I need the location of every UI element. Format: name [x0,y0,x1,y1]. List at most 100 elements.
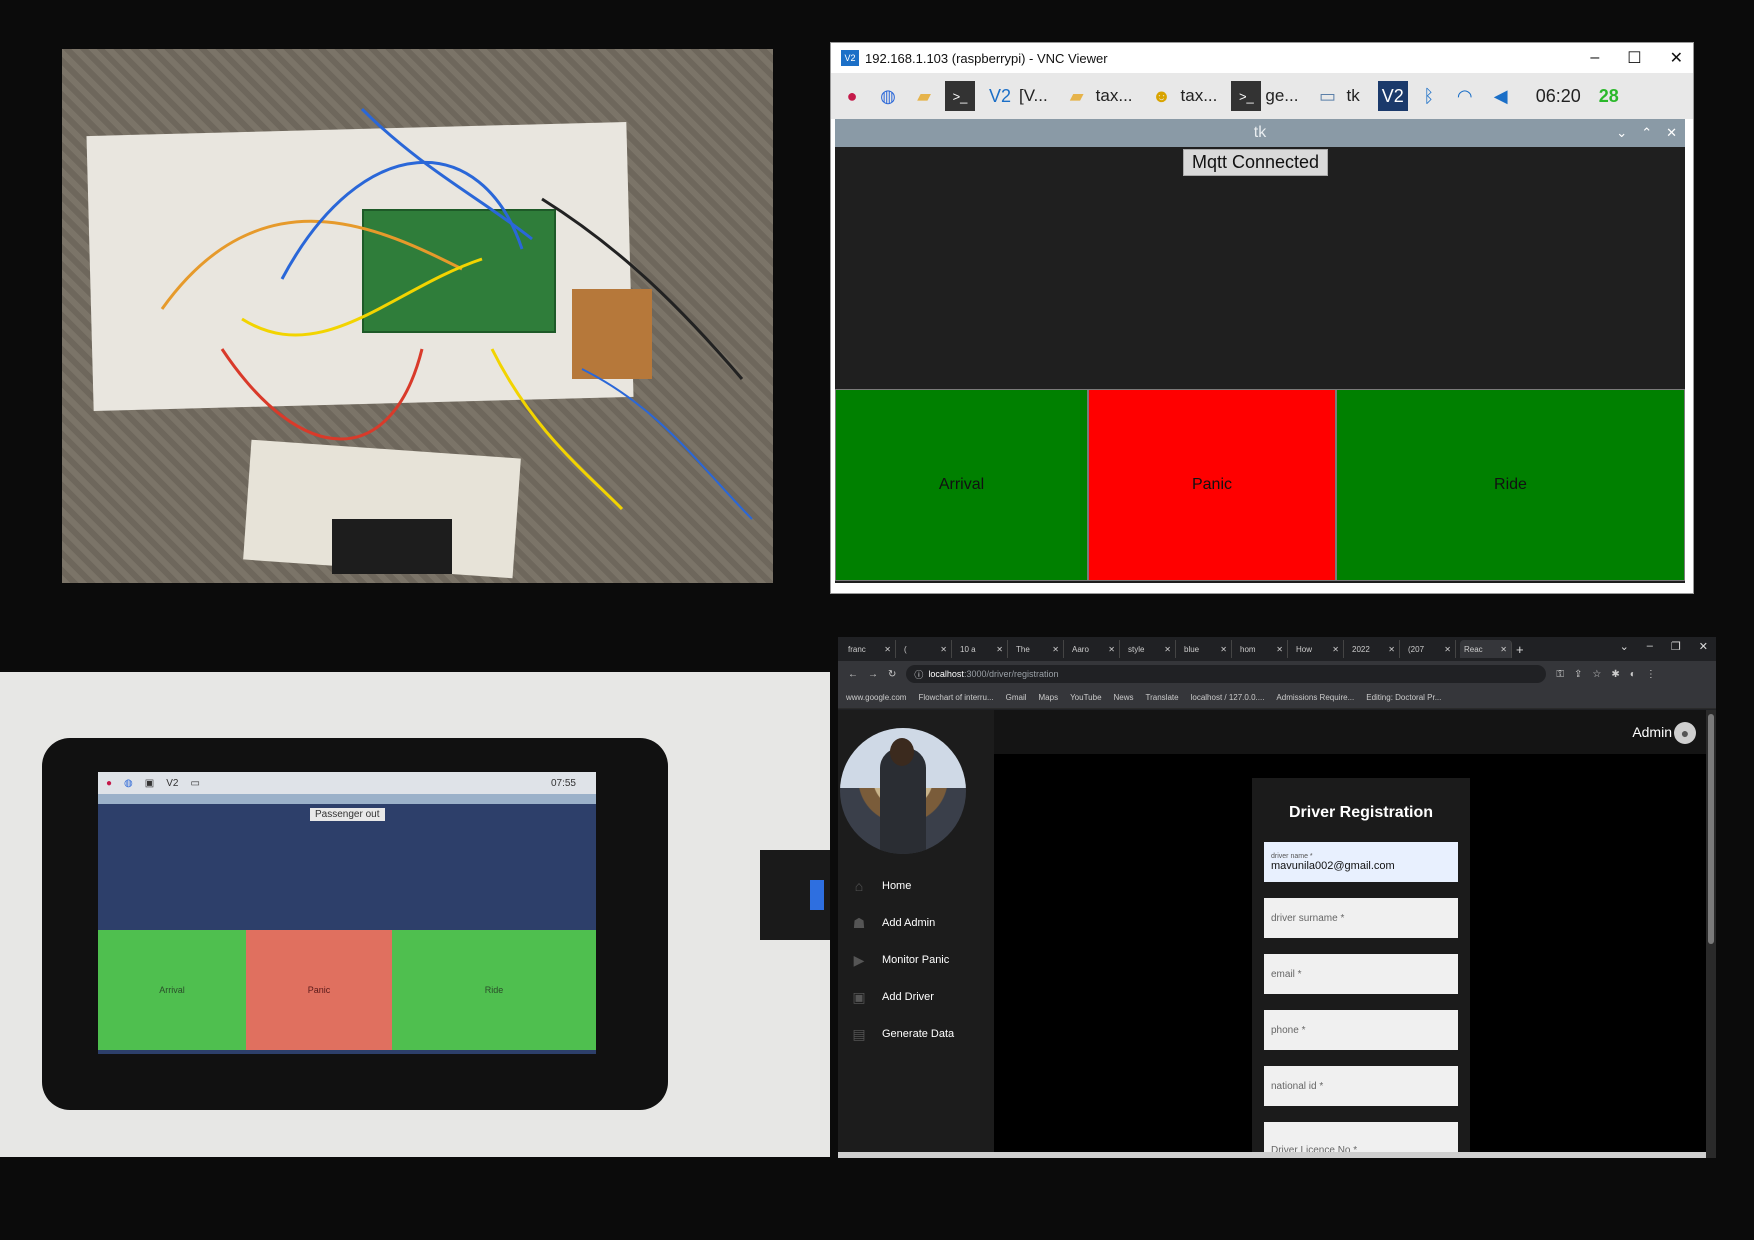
device-clock: 07:55 [550,777,576,789]
panic-button[interactable]: Panic [1088,389,1336,581]
share-icon[interactable]: ⇪ [1574,669,1582,680]
terminal-icon: ▣ [144,777,155,789]
driver-name-field[interactable]: driver name * mavunila002@gmail.com [1264,842,1458,882]
volume-icon[interactable]: ◀ [1486,81,1516,111]
national-id-field[interactable]: national id * [1264,1066,1458,1106]
url-field[interactable]: ⓘ localhost:3000/driver/registration [906,665,1547,683]
wifi-icon[interactable]: ◠ [1450,81,1480,111]
tab-label: blue [1184,644,1200,654]
terminal-icon[interactable]: >_ [945,81,975,111]
taskbar-vnc[interactable]: V2 [V... [981,78,1052,114]
tab-close-icon[interactable]: ✕ [1388,645,1395,654]
bookmark[interactable]: Editing: Doctoral Pr... [1366,693,1441,702]
taskbar-terminal[interactable]: >_ ge... [1227,78,1302,114]
driver-surname-field[interactable]: driver surname * [1264,898,1458,938]
nav-generate-data[interactable]: ▤ Generate Data [850,1022,954,1046]
tk-window-titlebar: tk ⌄ ⌃ ✕ [835,119,1685,147]
maximize-button[interactable]: ☐ [1627,48,1641,68]
bookmark[interactable]: Admissions Require... [1276,693,1354,702]
bluetooth-icon[interactable]: ᛒ [1414,81,1444,111]
minimize-button[interactable]: – [1590,49,1599,67]
tab-close-icon[interactable]: ✕ [1332,645,1339,654]
arrival-button[interactable]: Arrival [835,389,1088,581]
tab-close-icon[interactable]: ✕ [1052,645,1059,654]
bookmark[interactable]: Flowchart of interru... [918,693,993,702]
browser-tab[interactable]: (✕ [900,640,952,658]
close-button[interactable]: ✕ [1670,48,1683,68]
profile-icon[interactable]: ◐ [1630,669,1636,680]
minimize-icon[interactable]: – [1647,640,1653,653]
tk-minimize-icon[interactable]: ⌄ [1616,119,1627,147]
taskbar-folder[interactable]: ▰ tax... [1058,78,1137,114]
bookmark[interactable]: Translate [1146,693,1179,702]
form-title: Driver Registration [1288,804,1434,821]
tab-close-icon[interactable]: ✕ [940,645,947,654]
menu-icon[interactable]: ⋮ [1646,669,1656,680]
browser-tab[interactable]: 10 a ✕ [956,640,1008,658]
browser-tab[interactable]: hom ✕ [1236,640,1288,658]
back-icon[interactable]: ← [848,669,858,680]
vnc-server-icon[interactable]: V2 [1377,81,1408,111]
tab-close-icon[interactable]: ✕ [1220,645,1227,654]
bookmark[interactable]: News [1114,693,1134,702]
nav-add-driver[interactable]: ▣ Add Driver [850,985,934,1009]
hardware-photo [62,49,773,583]
browser-tab[interactable]: franc ✕ [844,640,896,658]
email-field[interactable]: email * [1264,954,1458,994]
tab-close-icon[interactable]: ✕ [884,645,891,654]
cpu-monitor: 28 [1598,85,1619,106]
folders-icon[interactable]: ▰ [909,81,939,111]
info-icon[interactable]: ⓘ [914,668,923,681]
globe-icon[interactable]: ◍ [873,81,903,111]
ride-button[interactable]: Ride [1336,389,1685,581]
chevron-down-icon[interactable]: ⌄ [1620,640,1629,653]
vertical-scrollbar[interactable] [1706,710,1716,1158]
bookmark[interactable]: www.google.com [846,693,906,702]
nav-monitor-panic[interactable]: ▶ Monitor Panic [850,948,950,972]
restore-icon[interactable]: ❐ [1671,640,1681,653]
admin-label[interactable]: Admin [1632,724,1672,740]
browser-tab[interactable]: blue ✕ [1180,640,1232,658]
forward-icon[interactable]: → [868,669,878,680]
browser-tab[interactable]: The ✕ [1012,640,1064,658]
tk-close-icon[interactable]: ✕ [1666,119,1677,147]
extensions-icon[interactable]: ✱ [1611,669,1619,680]
bookmark[interactable]: Gmail [1006,693,1027,702]
tab-close-icon[interactable]: ✕ [1500,645,1507,654]
clock: 06:20 [1535,85,1581,106]
close-icon[interactable]: ✕ [1699,640,1708,653]
tab-close-icon[interactable]: ✕ [1444,645,1451,654]
device-panic-button[interactable]: Panic [246,930,392,1050]
avatar-icon[interactable]: ● [1674,722,1696,744]
device-arrival-button[interactable]: Arrival [98,930,246,1050]
taskbar-tk[interactable]: ▭ tk [1308,78,1363,114]
bookmark[interactable]: localhost / 127.0.0.... [1191,693,1265,702]
tab-label: Reac [1464,644,1483,654]
device-ride-button[interactable]: Ride [392,930,596,1050]
taskbar-python[interactable]: ☻ tax... [1143,78,1222,114]
vnc-titlebar: V2 192.168.1.103 (raspberrypi) - VNC Vie… [831,43,1693,73]
browser-tab[interactable]: How ✕ [1292,640,1344,658]
bookmark[interactable]: Maps [1039,693,1059,702]
nav-add-admin[interactable]: ☗ Add Admin [850,911,935,935]
raspberry-icon[interactable]: ● [837,81,867,111]
browser-tab[interactable]: style ✕ [1124,640,1176,658]
tab-close-icon[interactable]: ✕ [1164,645,1171,654]
new-tab-icon[interactable]: + [1516,642,1524,657]
browser-tab[interactable]: Aaro ✕ [1068,640,1120,658]
star-icon[interactable]: ☆ [1592,669,1601,680]
tk-maximize-icon[interactable]: ⌃ [1641,119,1652,147]
browser-tab[interactable]: 2022 ✕ [1348,640,1400,658]
phone-field[interactable]: phone * [1264,1010,1458,1050]
tab-label: How [1296,644,1313,654]
tab-close-icon[interactable]: ✕ [1276,645,1283,654]
reload-icon[interactable]: ↻ [888,669,896,680]
tab-close-icon[interactable]: ✕ [1108,645,1115,654]
key-icon[interactable]: ⚿ [1556,669,1564,680]
tab-close-icon[interactable]: ✕ [996,645,1003,654]
browser-tab[interactable]: (207 ✕ [1404,640,1456,658]
horizontal-scrollbar[interactable] [838,1152,1706,1158]
browser-tab-active[interactable]: Reac ✕ [1460,640,1512,658]
nav-home[interactable]: ⌂ Home [850,874,912,898]
bookmark[interactable]: YouTube [1070,693,1101,702]
